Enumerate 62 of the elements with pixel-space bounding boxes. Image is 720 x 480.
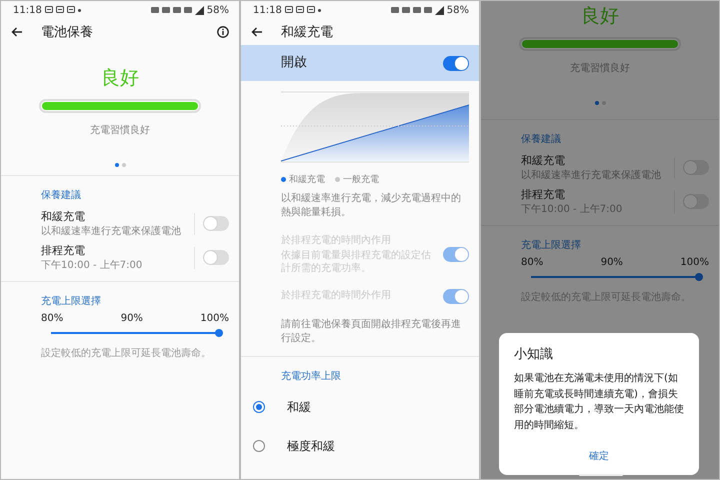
radio-label: 和緩 (287, 398, 311, 416)
confirm-button[interactable]: 確定 (581, 445, 617, 467)
dialog-message: 如果電池在充滿電未使用的情況下(如睡前充電或長時間連續充電)，會損失部分電池續電力，導致一天內電池能使用的時間縮短。 (514, 372, 684, 432)
toggle-switch[interactable] (443, 56, 469, 70)
signal-icon (194, 6, 204, 14)
slider-tick-label: 80% (521, 256, 544, 268)
setting-subtitle: 以和緩速率進行充電來保護電池 (41, 224, 182, 238)
message-icon (56, 6, 64, 14)
back-arrow-icon[interactable] (11, 27, 23, 37)
setting-title: 開啟 (281, 54, 308, 72)
health-rating: 良好 (101, 66, 139, 91)
back-arrow-icon[interactable] (251, 27, 263, 37)
slider-tick-label: 100% (680, 256, 709, 268)
section-heading: 保養建議 (521, 132, 562, 146)
section-heading: 保養建議 (41, 188, 82, 202)
message-icon (306, 6, 315, 14)
slider-tick-label: 100% (200, 312, 229, 324)
radio-button[interactable] (253, 440, 265, 452)
setting-subtitle: 下午10:00 - 上午7:00 (41, 258, 144, 272)
toggle-switch[interactable] (683, 194, 709, 210)
page-title: 電池保養 (41, 24, 94, 41)
section-heading: 充電上限選擇 (41, 294, 102, 308)
dialog-title: 小知識 (514, 346, 554, 363)
message-icon (296, 6, 304, 14)
radio-option[interactable]: 和緩 (241, 388, 479, 426)
setting-title: 和緩充電 (521, 154, 566, 169)
radio-option[interactable]: 極度和緩 (241, 426, 479, 466)
health-rating: 良好 (581, 4, 619, 29)
message-icon (44, 6, 53, 14)
toggle-switch[interactable] (203, 216, 229, 232)
setting-title: 和緩充電 (41, 210, 86, 225)
setting-subtitle: 以和緩速率進行充電來保護電池 (521, 168, 662, 182)
battery-percent: 58% (206, 4, 229, 16)
hint-text: 設定較低的充電上限可延長電池壽命。 (41, 346, 212, 360)
hint-text: 請前往電池保養頁面開啟排程充電後再進行設定。 (281, 318, 462, 346)
message-icon (66, 6, 75, 14)
dot-icon (318, 8, 321, 12)
setting-subtitle: 下午10:00 - 上午7:00 (521, 202, 624, 216)
toggle-switch[interactable] (683, 160, 709, 176)
radio-button[interactable] (253, 401, 265, 413)
legend-label: 和緩充電 (289, 174, 325, 186)
health-caption: 充電習慣良好 (570, 62, 630, 75)
slider-tick-label: 80% (41, 312, 64, 324)
legend-label: 一般充電 (343, 174, 379, 186)
info-icon[interactable] (217, 26, 229, 38)
radio-label: 極度和緩 (287, 438, 335, 454)
page-title: 和緩充電 (281, 24, 334, 41)
setting-title: 排程充電 (41, 244, 86, 259)
dot-icon (78, 8, 81, 12)
section-heading: 充電功率上限 (280, 370, 342, 382)
slider-tick-label: 90% (120, 312, 143, 324)
section-heading: 充電上限選擇 (521, 238, 582, 252)
status-time: 11:18 (13, 4, 42, 16)
signal-icon (434, 6, 444, 14)
health-caption: 充電習慣良好 (90, 124, 150, 137)
description-text: 以和緩速率進行充電，減少充電過程中的熱與能量耗損。 (281, 192, 462, 220)
status-time: 11:18 (253, 4, 282, 16)
message-icon (284, 6, 293, 14)
slider-tick-label: 90% (600, 256, 623, 268)
battery-percent: 58% (446, 4, 469, 16)
setting-title: 排程充電 (521, 188, 566, 203)
toggle-switch[interactable] (203, 250, 229, 266)
